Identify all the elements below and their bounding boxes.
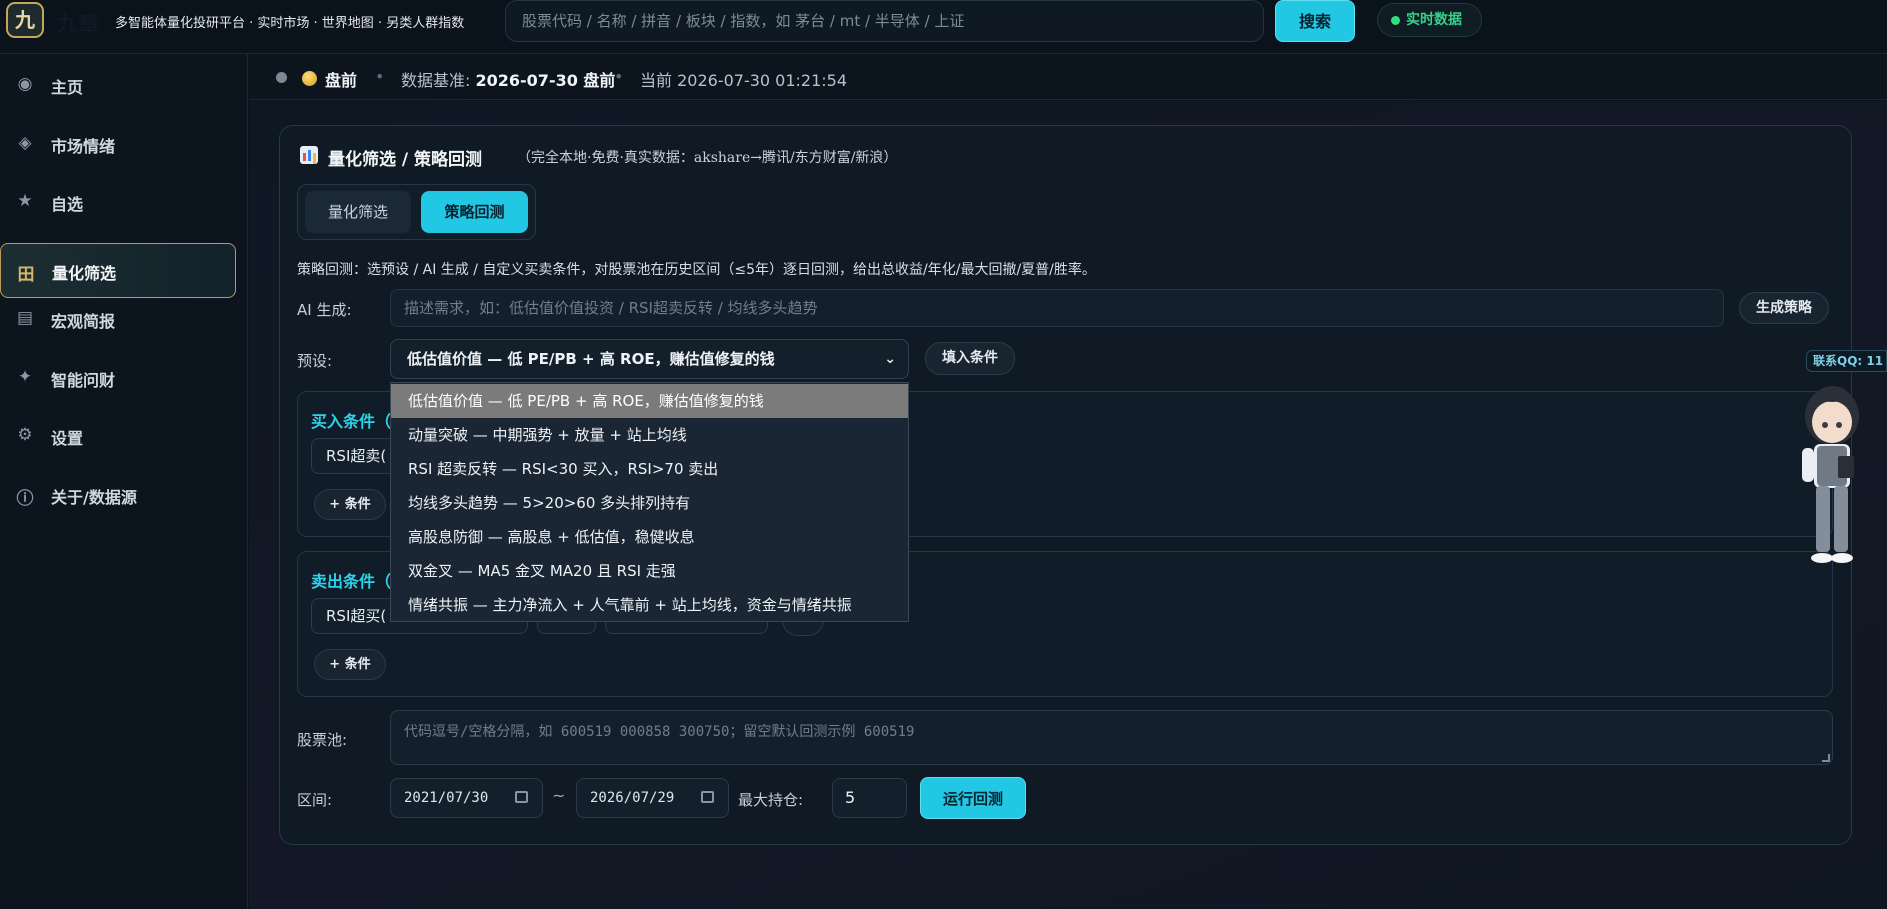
- tab-quant-screen[interactable]: 量化筛选: [305, 191, 411, 233]
- sidebar-item-macro-brief[interactable]: ▤ 宏观简报: [0, 294, 236, 346]
- sidebar-item-label: 自选: [51, 195, 84, 214]
- top-bar: 九 九章 多智能体量化投研平台 · 实时市场 · 世界地图 · 另类人群指数 股…: [0, 0, 1887, 54]
- sidebar-item-watchlist[interactable]: ★ 自选: [0, 177, 236, 229]
- range-label: 区间:: [297, 791, 333, 809]
- preset-option[interactable]: 均线多头趋势 — 5>20>60 多头排列持有: [391, 486, 908, 520]
- run-backtest-button[interactable]: 运行回测: [920, 777, 1026, 819]
- sidebar-item-quant-screen[interactable]: 田量化筛选: [0, 243, 236, 298]
- sidebar-item-about[interactable]: ⓘ 关于/数据源: [0, 470, 236, 522]
- preset-dropdown-list: 低估值价值 — 低 PE/PB + 高 ROE，赚估值修复的钱 动量突破 — 中…: [390, 382, 909, 622]
- sidebar-item-smart-qa[interactable]: ✦ 智能问财: [0, 353, 236, 405]
- preset-selected-value: 低估值价值 — 低 PE/PB + 高 ROE，赚估值修复的钱: [407, 350, 775, 368]
- max-hold-input[interactable]: 5: [832, 778, 907, 818]
- home-icon: ◉: [17, 74, 33, 94]
- chevron-down-icon: ⌄: [884, 351, 896, 367]
- card-subtitle: （完全本地·免费·真实数据：akshare→腾讯/东方财富/新浪）: [517, 150, 898, 166]
- grid-icon: 田: [17, 265, 35, 285]
- card-title: 量化筛选 / 策略回测: [328, 150, 483, 170]
- separator: •: [375, 67, 385, 86]
- sidebar-item-label: 设置: [51, 429, 84, 448]
- live-data-badge: 实时数据: [1377, 3, 1482, 37]
- preset-option[interactable]: 动量突破 — 中期强势 + 放量 + 站上均线: [391, 418, 908, 452]
- status-bar: 盘前 • 数据基准: 2026-07-30 盘前 • 当前 2026-07-30…: [249, 54, 1887, 100]
- star-icon: ★: [17, 191, 33, 211]
- sentiment-icon: ◈: [18, 133, 32, 153]
- sidebar-item-label: 宏观简报: [51, 312, 116, 331]
- logo-text: 九章: [57, 11, 99, 36]
- add-buy-condition-button[interactable]: + 条件: [314, 489, 386, 520]
- start-date-value: 2021/07/30: [404, 790, 489, 806]
- preset-option[interactable]: 双金叉 — MA5 金叉 MA20 且 RSI 走强: [391, 554, 908, 588]
- logo[interactable]: 九: [6, 2, 44, 38]
- fill-conditions-button[interactable]: 填入条件: [925, 342, 1015, 375]
- preset-option[interactable]: 情绪共振 — 主力净流入 + 人气靠前 + 站上均线，资金与情绪共振: [391, 588, 908, 622]
- start-date-input[interactable]: 2021/07/30: [390, 778, 543, 818]
- sidebar-item-market-sentiment[interactable]: ◈ 市场情绪: [0, 119, 236, 171]
- live-badge-label: 实时数据: [1406, 12, 1462, 28]
- generate-strategy-button[interactable]: 生成策略: [1739, 292, 1829, 324]
- data-base-label: 数据基准:: [401, 71, 471, 90]
- status-dot-icon: [276, 72, 287, 83]
- sidebar-item-label: 市场情绪: [51, 137, 116, 156]
- ai-prompt-input[interactable]: 描述需求，如：低估值价值投资 / RSI超卖反转 / 均线多头趋势: [390, 289, 1724, 327]
- tagline: 多智能体量化投研平台 · 实时市场 · 世界地图 · 另类人群指数: [115, 16, 465, 31]
- mode-tabs: 量化筛选 策略回测: [297, 184, 536, 240]
- live-status-dot-icon: [1391, 16, 1400, 25]
- sparkle-icon: ✦: [17, 367, 33, 387]
- preset-label: 预设:: [297, 352, 333, 370]
- sidebar-item-home[interactable]: ◉ 主页: [0, 60, 236, 112]
- backtest-description: 策略回测：选预设 / AI 生成 / 自定义买卖条件，对股票池在历史区间（≤5年…: [297, 262, 1096, 278]
- report-icon: ▤: [16, 308, 34, 328]
- contact-qq-label[interactable]: 联系QQ: 11: [1806, 350, 1887, 372]
- add-sell-condition-button[interactable]: + 条件: [314, 649, 386, 680]
- max-hold-label: 最大持仓:: [738, 791, 804, 809]
- calendar-icon[interactable]: [701, 791, 714, 803]
- ai-label: AI 生成:: [297, 301, 352, 319]
- info-icon: ⓘ: [16, 489, 34, 509]
- sidebar: ◉ 主页 ◈ 市场情绪 ★ 自选田量化筛选 ▤ 宏观简报 ✦ 智能问财 ⚙ 设置 ⓘ 关于/数据源: [0, 54, 248, 909]
- buy-conditions-title: 买入条件（: [311, 412, 392, 431]
- calendar-icon[interactable]: [515, 791, 528, 803]
- preset-option[interactable]: RSI 超卖反转 — RSI<30 买入，RSI>70 卖出: [391, 452, 908, 486]
- chart-icon: [300, 146, 318, 164]
- sell-conditions-title: 卖出条件（: [311, 572, 392, 591]
- mascot-avatar[interactable]: [1792, 376, 1872, 572]
- preset-option[interactable]: 高股息防御 — 高股息 + 低估值，稳健收息: [391, 520, 908, 554]
- sidebar-item-label: 智能问财: [51, 371, 116, 390]
- end-date-input[interactable]: 2026/07/29: [576, 778, 729, 818]
- gear-icon: ⚙: [17, 425, 33, 445]
- market-phase: 盘前: [325, 71, 358, 90]
- market-phase-icon: [302, 71, 317, 86]
- sidebar-item-label: 主页: [51, 78, 84, 97]
- sidebar-item-label: 关于/数据源: [51, 488, 137, 507]
- search-button[interactable]: 搜索: [1275, 0, 1355, 42]
- end-date-value: 2026/07/29: [590, 790, 675, 806]
- tab-backtest[interactable]: 策略回测: [421, 191, 528, 233]
- current-time: 当前 2026-07-30 01:21:54: [640, 71, 848, 90]
- search-input[interactable]: 股票代码 / 名称 / 拼音 / 板块 / 指数，如 茅台 / mt / 半导体…: [505, 0, 1264, 42]
- preset-select[interactable]: 低估值价值 — 低 PE/PB + 高 ROE，赚估值修复的钱 ⌄: [390, 339, 909, 379]
- stock-pool-textarea[interactable]: 代码逗号/空格分隔，如 600519 000858 300750；留空默认回测示…: [390, 710, 1833, 765]
- resize-handle-icon[interactable]: [1822, 754, 1830, 762]
- sidebar-item-label: 量化筛选: [52, 264, 117, 283]
- pool-label: 股票池:: [297, 731, 348, 749]
- preset-option[interactable]: 低估值价值 — 低 PE/PB + 高 ROE，赚估值修复的钱: [391, 384, 908, 418]
- data-base: 数据基准: 2026-07-30 盘前: [401, 67, 615, 91]
- range-separator: ~: [552, 786, 566, 805]
- sidebar-item-settings[interactable]: ⚙ 设置: [0, 411, 236, 463]
- separator: •: [614, 67, 624, 86]
- data-base-value: 2026-07-30 盘前: [475, 71, 616, 90]
